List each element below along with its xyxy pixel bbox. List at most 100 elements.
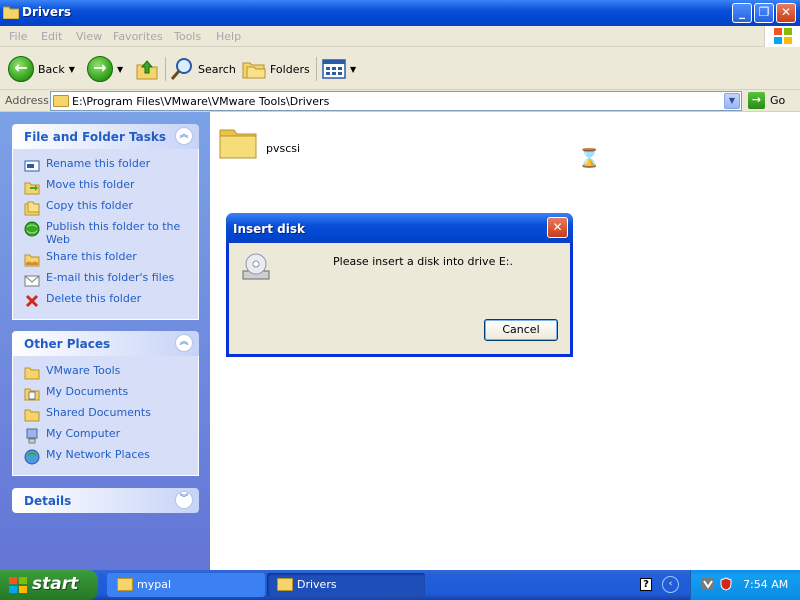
menu-edit[interactable]: Edit xyxy=(41,30,62,43)
file-folder-tasks-panel: File and Folder Tasks ︽ Rename this fold… xyxy=(12,124,199,320)
details-header[interactable]: Details ︾ xyxy=(12,488,199,513)
task-share-folder[interactable]: Share this folder xyxy=(24,250,190,267)
taskbar: start mypal Drivers ? ‹ 7:54 AM xyxy=(0,570,800,600)
delete-icon xyxy=(25,294,39,308)
views-button[interactable]: ▼ xyxy=(322,55,356,83)
security-shield-icon[interactable] xyxy=(719,577,733,591)
menu-view[interactable]: View xyxy=(76,30,102,43)
email-icon xyxy=(24,275,40,287)
place-my-computer[interactable]: My Computer xyxy=(24,427,190,444)
task-move-folder[interactable]: Move this folder xyxy=(24,178,190,195)
dialog-title-bar[interactable]: Insert disk ✕ xyxy=(226,213,573,243)
globe-icon xyxy=(24,221,40,237)
insert-disk-dialog: Insert disk ✕ Please insert a disk into … xyxy=(226,213,573,357)
start-button[interactable]: start xyxy=(0,570,98,600)
up-button[interactable] xyxy=(135,55,159,83)
my-documents-icon xyxy=(24,388,40,401)
place-shared-documents[interactable]: Shared Documents xyxy=(24,406,190,423)
vmware-tools-tray-icon[interactable] xyxy=(701,577,715,591)
file-folder-tasks-header[interactable]: File and Folder Tasks ︽ xyxy=(12,124,199,149)
task-rename-folder[interactable]: Rename this folder xyxy=(24,157,190,174)
folder-icon xyxy=(53,95,69,107)
share-icon xyxy=(24,254,40,267)
task-copy-folder[interactable]: Copy this folder xyxy=(24,199,190,216)
task-delete-folder[interactable]: Delete this folder xyxy=(24,292,190,309)
close-button[interactable]: ✕ xyxy=(776,3,796,23)
go-arrow-icon: → xyxy=(748,92,765,109)
search-button[interactable]: Search xyxy=(170,55,236,83)
network-icon xyxy=(24,449,40,465)
folder-icon xyxy=(3,6,19,19)
minimize-button[interactable]: _ xyxy=(732,3,752,23)
maximize-button[interactable]: ❐ xyxy=(754,3,774,23)
folder-icon xyxy=(277,578,293,591)
back-button[interactable]: ← Back ▼ xyxy=(8,55,75,83)
views-icon xyxy=(322,59,346,79)
go-button[interactable]: → Go xyxy=(748,92,785,109)
move-icon xyxy=(24,182,40,195)
forward-button[interactable]: → ▼ xyxy=(87,55,123,83)
address-path: E:\Program Files\VMware\VMware Tools\Dri… xyxy=(72,95,330,108)
forward-arrow-icon: → xyxy=(87,56,113,82)
menu-file[interactable]: File xyxy=(9,30,27,43)
expand-chevron-icon[interactable]: ︾ xyxy=(175,491,193,509)
menu-help[interactable]: Help xyxy=(216,30,241,43)
window-title: Drivers xyxy=(22,5,72,19)
folder-icon xyxy=(117,578,133,591)
task-pane: File and Folder Tasks ︽ Rename this fold… xyxy=(0,112,210,570)
menu-favorites[interactable]: Favorites xyxy=(113,30,163,43)
system-tray: 7:54 AM xyxy=(690,570,800,600)
folders-label: Folders xyxy=(270,62,310,76)
window-title-bar[interactable]: Drivers _ ❐ ✕ xyxy=(0,0,800,26)
search-label: Search xyxy=(198,62,236,76)
dialog-title: Insert disk xyxy=(233,222,305,236)
clock[interactable]: 7:54 AM xyxy=(743,578,788,591)
dialog-message: Please insert a disk into drive E:. xyxy=(333,255,513,268)
panel-title: Details xyxy=(24,494,72,508)
place-my-network-places[interactable]: My Network Places xyxy=(24,448,190,465)
other-places-header[interactable]: Other Places ︽ xyxy=(12,331,199,356)
forward-dropdown-icon[interactable]: ▼ xyxy=(117,65,123,74)
back-arrow-icon: ← xyxy=(8,56,34,82)
address-input[interactable]: E:\Program Files\VMware\VMware Tools\Dri… xyxy=(50,91,742,111)
help-icon[interactable]: ? xyxy=(640,578,652,591)
show-hidden-icons-chevron-icon[interactable]: ‹ xyxy=(662,576,679,593)
go-label: Go xyxy=(770,94,786,107)
panel-title: File and Folder Tasks xyxy=(24,130,167,144)
collapse-chevron-icon[interactable]: ︽ xyxy=(175,127,193,145)
address-dropdown-icon[interactable]: ▼ xyxy=(724,93,740,109)
task-publish-web[interactable]: Publish this folder to the Web xyxy=(24,220,190,246)
address-label: Address xyxy=(5,94,49,107)
folder-item-pvscsi[interactable]: pvscsi xyxy=(218,122,300,162)
start-label: start xyxy=(32,574,79,594)
cancel-button[interactable]: Cancel xyxy=(484,319,558,341)
views-dropdown-icon[interactable]: ▼ xyxy=(350,65,356,74)
folder-name: pvscsi xyxy=(266,142,301,155)
busy-cursor-icon: ⌛ xyxy=(578,148,601,169)
folder-icon xyxy=(219,129,257,159)
taskbar-button-mypal[interactable]: mypal xyxy=(107,573,265,597)
dialog-close-button[interactable]: ✕ xyxy=(547,217,568,238)
folder-icon xyxy=(24,367,40,380)
rename-icon xyxy=(24,160,40,172)
folders-icon xyxy=(242,62,266,79)
computer-icon xyxy=(26,428,38,444)
copy-icon xyxy=(24,201,40,216)
cd-drive-icon xyxy=(242,253,270,280)
menu-tools[interactable]: Tools xyxy=(174,30,201,43)
windows-logo-icon xyxy=(9,577,27,593)
folder-icon xyxy=(24,409,40,422)
task-email-files[interactable]: E-mail this folder's files xyxy=(24,271,190,288)
back-label: Back xyxy=(38,62,65,76)
panel-title: Other Places xyxy=(24,337,111,351)
back-dropdown-icon[interactable]: ▼ xyxy=(69,65,75,74)
toolbar: ← Back ▼ → ▼ Search Folders ▼ xyxy=(0,47,800,90)
collapse-chevron-icon[interactable]: ︽ xyxy=(175,334,193,352)
place-vmware-tools[interactable]: VMware Tools xyxy=(24,364,190,381)
address-bar: Address E:\Program Files\VMware\VMware T… xyxy=(0,90,800,112)
folders-button[interactable]: Folders xyxy=(242,55,310,83)
other-places-panel: Other Places ︽ VMware Tools My Documents… xyxy=(12,331,199,476)
taskbar-button-drivers[interactable]: Drivers xyxy=(267,573,425,597)
search-icon xyxy=(170,58,192,80)
place-my-documents[interactable]: My Documents xyxy=(24,385,190,402)
